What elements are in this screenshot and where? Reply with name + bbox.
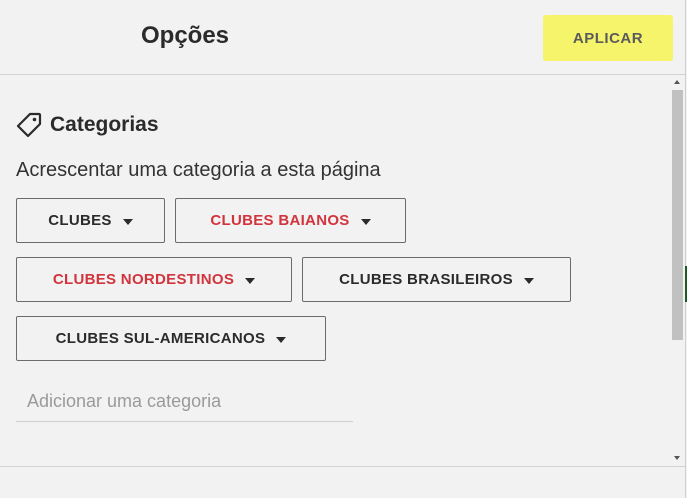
panel-title: Opções xyxy=(141,22,230,49)
caret-down-icon[interactable] xyxy=(122,218,133,225)
caret-down-icon[interactable] xyxy=(523,277,534,284)
category-chip-clubes-nordestinos[interactable]: CLUBES NORDESTINOS xyxy=(16,257,292,302)
options-panel: Opções APLICAR Categorias Acrescentar um… xyxy=(0,0,686,498)
categories-description: Acrescentar uma categoria a esta página xyxy=(16,159,381,181)
footer-divider xyxy=(0,466,685,467)
category-chip-label: CLUBES xyxy=(48,212,112,229)
caret-down-icon[interactable] xyxy=(245,277,256,284)
category-chip-clubes[interactable]: CLUBES xyxy=(16,198,165,243)
add-category-input[interactable] xyxy=(16,382,353,422)
categories-heading: Categorias xyxy=(16,111,159,139)
category-chip-label: CLUBES BRASILEIROS xyxy=(339,271,513,288)
scrollbar-thumb[interactable] xyxy=(672,90,683,340)
category-chip-clubes-brasileiros[interactable]: CLUBES BRASILEIROS xyxy=(302,257,571,302)
panel-header: Opções APLICAR xyxy=(0,0,685,75)
categories-title: Categorias xyxy=(50,113,159,136)
scroll-up-arrow-icon[interactable] xyxy=(674,80,680,84)
category-chip-clubes-baianos[interactable]: CLUBES BAIANOS xyxy=(175,198,406,243)
scroll-down-arrow-icon[interactable] xyxy=(674,456,680,460)
caret-down-icon[interactable] xyxy=(276,336,287,343)
category-chip-label: CLUBES BAIANOS xyxy=(210,212,350,229)
category-chip-label: CLUBES NORDESTINOS xyxy=(52,271,235,288)
caret-down-icon[interactable] xyxy=(360,218,371,225)
category-chip-label: CLUBES SUL-AMERICANOS xyxy=(55,330,266,347)
tag-icon xyxy=(16,112,42,138)
category-chip-clubes-sul-americanos[interactable]: CLUBES SUL-AMERICANOS xyxy=(16,316,326,361)
apply-button[interactable]: APLICAR xyxy=(543,15,673,61)
